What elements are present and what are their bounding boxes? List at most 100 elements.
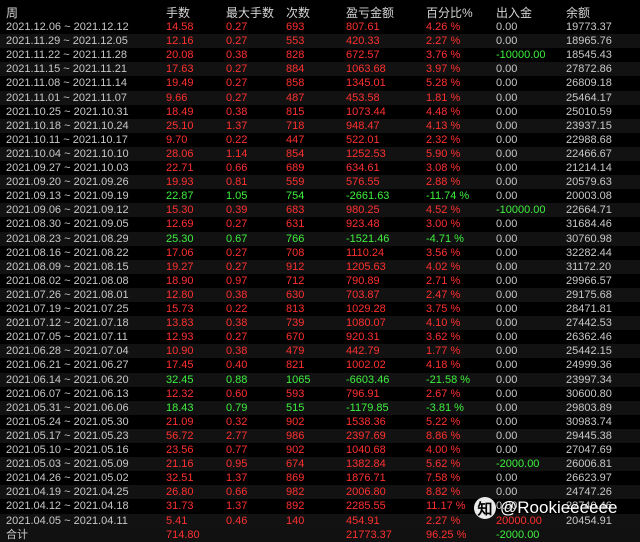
balance-cell: 25442.15 <box>566 345 612 358</box>
lots-cell: 5.41 <box>166 514 188 527</box>
percent-cell: 4.26 % <box>426 21 461 33</box>
balance-cell: 19773.37 <box>566 21 612 33</box>
pnl-cell: 1382.84 <box>346 458 386 471</box>
header-max-lots: 最大手数 <box>226 6 275 20</box>
lots-cell: 32.45 <box>166 373 194 386</box>
week-cell: 2021.09.20 ~ 2021.09.26 <box>6 176 129 189</box>
week-cell: 2021.10.04 ~ 2021.10.10 <box>6 147 129 160</box>
table-row: 2021.09.13 ~ 2021.09.19 22.87 1.05 754 -2661… <box>0 189 640 203</box>
count-cell: 884 <box>286 63 305 76</box>
week-cell: 2021.08.30 ~ 2021.09.05 <box>6 218 129 231</box>
lots-cell: 21.16 <box>166 458 194 471</box>
lots-cell: 25.10 <box>166 119 194 132</box>
balance-cell: 29966.57 <box>566 274 612 287</box>
week-cell: 2021.11.22 ~ 2021.11.28 <box>6 49 128 62</box>
balance-cell: 29803.89 <box>566 401 612 414</box>
deposit-withdraw-cell: 0.00 <box>496 190 518 203</box>
max-lots-cell: 1.37 <box>226 119 248 132</box>
max-lots-cell: 0.38 <box>226 288 248 301</box>
count-cell: 982 <box>286 486 305 499</box>
lots-cell: 9.70 <box>166 133 188 146</box>
balance-cell: 26623.97 <box>566 472 612 485</box>
count-cell: 447 <box>286 133 305 146</box>
table-row: 2021.10.11 ~ 2021.10.17 9.70 0.22 447 522.01… <box>0 133 640 147</box>
table-row: 2021.05.31 ~ 2021.06.06 18.43 0.79 515 -1179… <box>0 400 640 415</box>
max-lots-cell: 0.38 <box>226 105 248 118</box>
percent-cell: 2.67 % <box>426 387 461 400</box>
balance-cell: 28471.81 <box>566 303 612 315</box>
deposit-withdraw-cell: 0.00 <box>496 274 518 287</box>
lots-cell: 18.43 <box>166 401 194 414</box>
pnl-cell: 790.89 <box>346 274 380 287</box>
table-row: 2021.06.07 ~ 2021.06.13 12.32 0.60 593 796.9… <box>0 387 640 401</box>
balance-cell: 27872.86 <box>566 63 612 76</box>
count-cell: 670 <box>286 331 305 344</box>
count-cell: 487 <box>286 91 305 104</box>
deposit-withdraw-cell: -10000.00 <box>496 204 546 217</box>
header-count: 次数 <box>286 6 311 20</box>
balance-cell: 27442.53 <box>566 317 612 330</box>
table-row: 2021.07.26 ~ 2021.08.01 12.80 0.38 630 703.8… <box>0 287 640 302</box>
percent-cell: 8.82 % <box>426 486 461 499</box>
pnl-cell: -6603.46 <box>346 373 390 386</box>
pnl-cell: 703.87 <box>346 288 380 301</box>
percent-cell: 2.47 % <box>426 288 461 301</box>
week-cell: 2021.06.21 ~ 2021.06.27 <box>6 359 129 372</box>
lots-cell: 17.45 <box>166 359 194 372</box>
total-row: 合计 714.80 21773.37 96.25 % -2000.00 <box>0 527 640 542</box>
table-row: 2021.08.02 ~ 2021.08.08 18.90 0.97 712 790.8… <box>0 274 640 288</box>
week-cell: 2021.10.11 ~ 2021.10.17 <box>6 133 128 146</box>
watermark: 知 @Rookieeeeee <box>474 496 640 520</box>
lots-cell: 20.08 <box>166 49 194 62</box>
balance-cell: 27047.69 <box>566 444 612 456</box>
max-lots-cell: 0.22 <box>226 303 248 315</box>
lots-cell: 12.80 <box>166 288 194 301</box>
max-lots-cell: 0.81 <box>226 176 248 189</box>
percent-cell: -11.74 % <box>426 190 470 203</box>
pnl-cell: 1080.07 <box>346 317 386 330</box>
max-lots-cell: 0.27 <box>226 91 248 104</box>
count-cell: 821 <box>286 359 305 372</box>
max-lots-cell: 1.05 <box>226 190 248 203</box>
table-row: 2021.11.01 ~ 2021.11.07 9.66 0.27 487 453.58… <box>0 90 640 105</box>
week-cell: 2021.08.16 ~ 2021.08.22 <box>6 246 129 259</box>
balance-cell: 26006.81 <box>566 458 612 471</box>
week-cell: 2021.07.26 ~ 2021.08.01 <box>6 288 129 301</box>
pnl-cell: 453.58 <box>346 91 380 104</box>
max-lots-cell: 0.67 <box>226 232 248 245</box>
percent-cell: 5.90 % <box>426 147 461 160</box>
lots-cell: 32.51 <box>166 472 194 485</box>
table-row: 2021.10.04 ~ 2021.10.10 28.06 1.14 854 1252.… <box>0 146 640 161</box>
balance-cell: 24999.36 <box>566 359 612 372</box>
week-cell: 2021.04.26 ~ 2021.05.02 <box>6 472 129 485</box>
deposit-withdraw-cell: 0.00 <box>496 429 518 442</box>
pnl-cell: 672.57 <box>346 49 380 62</box>
table-row: 2021.05.24 ~ 2021.05.30 21.09 0.32 902 1538.… <box>0 415 640 429</box>
lots-cell: 22.87 <box>166 190 194 203</box>
lots-cell: 19.93 <box>166 176 194 189</box>
pnl-cell: 980.25 <box>346 204 380 217</box>
balance-cell: 30983.74 <box>566 415 612 428</box>
deposit-withdraw-cell: 0.00 <box>496 359 518 372</box>
max-lots-cell: 0.27 <box>226 77 248 90</box>
deposit-withdraw-cell: 0.00 <box>496 387 518 400</box>
count-cell: 674 <box>286 458 305 471</box>
count-cell: 593 <box>286 387 305 400</box>
pnl-cell: 420.33 <box>346 35 380 48</box>
max-lots-cell: 0.66 <box>226 162 248 174</box>
table-row: 2021.06.21 ~ 2021.06.27 17.45 0.40 821 1002.… <box>0 358 640 372</box>
percent-cell: 3.62 % <box>426 331 461 344</box>
pnl-cell: 948.47 <box>346 119 380 132</box>
deposit-withdraw-cell: 0.00 <box>496 218 518 231</box>
max-lots-cell: 0.22 <box>226 133 248 146</box>
max-lots-cell: 0.27 <box>226 218 248 231</box>
percent-cell: -3.81 % <box>426 401 464 414</box>
percent-cell: 3.56 % <box>426 246 461 259</box>
percent-cell: 4.13 % <box>426 119 461 132</box>
count-cell: 693 <box>286 21 305 33</box>
pnl-cell: 2285.55 <box>346 500 386 513</box>
max-lots-cell: 0.97 <box>226 274 248 287</box>
count-cell: 683 <box>286 204 305 217</box>
pnl-cell: 1040.68 <box>346 444 386 456</box>
lots-cell: 21.09 <box>166 415 194 428</box>
